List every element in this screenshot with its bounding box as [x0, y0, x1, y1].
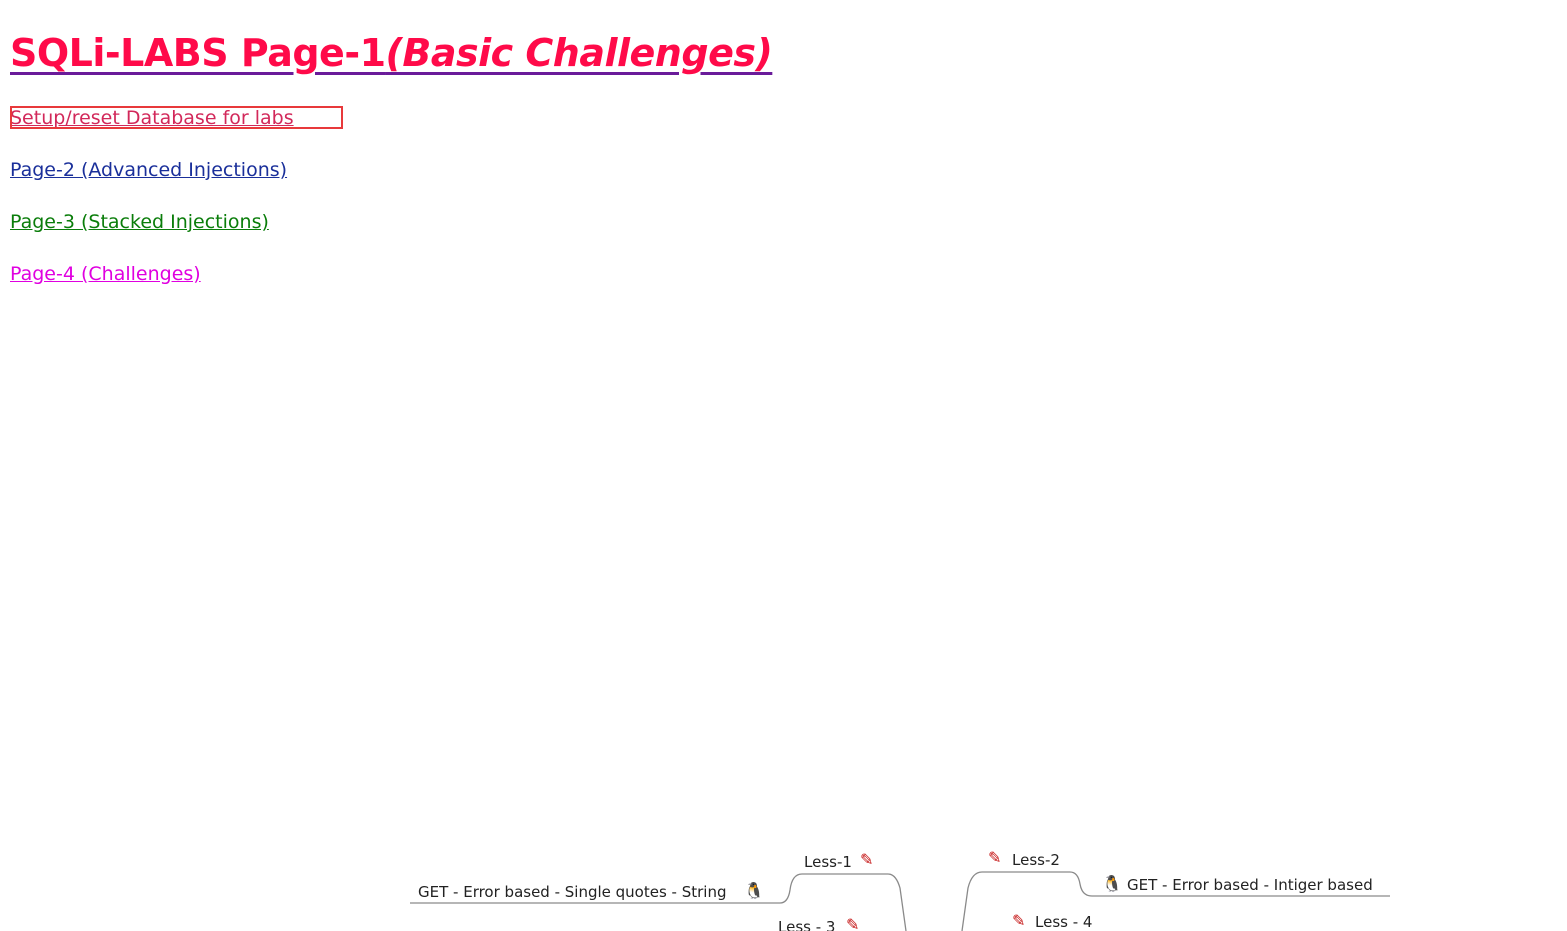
less1-label: Less-1	[804, 853, 852, 871]
less2-label: Less-2	[1012, 851, 1060, 869]
title-sub: (Basic Challenges)	[385, 31, 773, 75]
less1-description: GET - Error based - Single quotes - Stri…	[418, 883, 727, 901]
page2-advanced-injections-link[interactable]: Page-2 (Advanced Injections)	[10, 158, 287, 182]
less3-label: Less - 3	[778, 918, 836, 931]
pencil-icon: ✎	[1012, 911, 1026, 930]
title-sub-link[interactable]: (Basic Challenges)	[386, 31, 773, 75]
penguin-icon: 🐧	[744, 881, 764, 900]
pencil-icon: ✎	[846, 915, 860, 931]
penguin-icon: 🐧	[1102, 874, 1122, 893]
pencil-icon: ✎	[860, 850, 874, 869]
less2-description: GET - Error based - Intiger based	[1127, 876, 1373, 894]
page-title: SQLi-LABS Page-1(Basic Challenges)	[10, 27, 773, 79]
pencil-icon: ✎	[988, 848, 1002, 867]
less4-label: Less - 4	[1035, 913, 1093, 931]
setup-reset-database-link[interactable]: Setup/reset Database for labs	[10, 106, 294, 130]
lessons-mindmap-image[interactable]: GET - Error based - Single quotes - Stri…	[400, 840, 1400, 931]
page4-challenges-link[interactable]: Page-4 (Challenges)	[10, 262, 201, 286]
title-link[interactable]: SQLi-LABS Page-1	[10, 31, 386, 75]
title-main: SQLi-LABS Page-1	[10, 31, 386, 75]
page3-stacked-injections-link[interactable]: Page-3 (Stacked Injections)	[10, 210, 269, 234]
